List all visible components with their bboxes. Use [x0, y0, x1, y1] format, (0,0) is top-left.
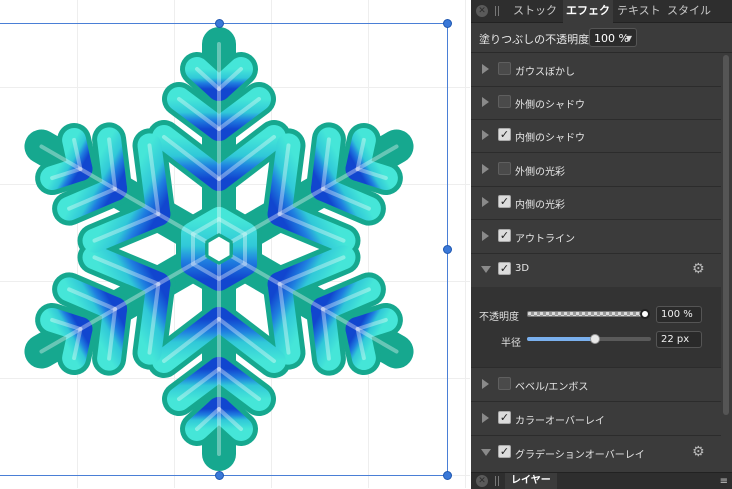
effect-row-color-overlay[interactable]: ✓ カラーオーバーレイ: [471, 402, 721, 436]
selection-handle-bottom[interactable]: [215, 471, 224, 480]
panel-tab-bar: ✕ ストック エフェク テキスト スタイル: [471, 0, 732, 24]
checkbox-icon[interactable]: ✓: [498, 128, 511, 141]
effect-label: 外側のシャドウ: [515, 100, 585, 111]
effect-row-bevel-emboss[interactable]: ベベル/エンボス: [471, 368, 721, 402]
effects-panel: ✕ ストック エフェク テキスト スタイル 塗りつぶしの不透明度: 100 % …: [471, 0, 732, 489]
selection-handle-top[interactable]: [215, 19, 224, 28]
checkbox-icon[interactable]: ✓: [498, 229, 511, 242]
panel-scrollbar[interactable]: [722, 53, 730, 453]
disclosure-triangle-icon[interactable]: [482, 64, 489, 74]
document-canvas[interactable]: [0, 0, 470, 488]
disclosure-triangle-icon[interactable]: [482, 97, 489, 107]
gear-icon[interactable]: ⚙: [692, 261, 705, 277]
radius-value-field[interactable]: 22 px: [656, 331, 702, 348]
selection-handle-top-right[interactable]: [443, 19, 452, 28]
checkbox-icon[interactable]: ✓: [498, 195, 511, 208]
effect-label: ガウスぼかし: [515, 67, 575, 78]
effect-label: 内側のシャドウ: [515, 133, 585, 144]
scrollbar-thumb[interactable]: [723, 55, 729, 415]
checkbox-icon[interactable]: [498, 162, 511, 175]
opacity-slider-track[interactable]: [527, 311, 645, 317]
close-icon[interactable]: ✕: [476, 5, 488, 17]
checkbox-icon[interactable]: [498, 95, 511, 108]
opacity-label: 不透明度: [479, 312, 519, 323]
checkbox-icon[interactable]: [498, 62, 511, 75]
disclosure-triangle-icon[interactable]: [482, 130, 489, 140]
radius-slider-knob[interactable]: [590, 334, 601, 344]
gear-icon[interactable]: ⚙: [692, 444, 705, 460]
effect-label: 外側の光彩: [515, 167, 565, 178]
panel-grip[interactable]: [495, 6, 501, 16]
effect-row-gaussian-blur[interactable]: ガウスぼかし: [471, 53, 721, 87]
disclosure-triangle-icon[interactable]: [482, 197, 489, 207]
radius-slider-fill: [527, 337, 596, 341]
opacity-value-field[interactable]: 100 %: [656, 306, 702, 323]
fill-opacity-label: 塗りつぶしの不透明度:: [479, 33, 593, 46]
snowflake-shape[interactable]: [0, 0, 470, 488]
disclosure-triangle-icon[interactable]: [482, 231, 489, 241]
menu-icon[interactable]: ≡: [720, 476, 728, 487]
disclosure-triangle-icon[interactable]: [482, 164, 489, 174]
checkbox-icon[interactable]: ✓: [498, 411, 511, 424]
layers-tab-bar: ✕ レイヤー ≡: [471, 472, 732, 489]
tab-layers[interactable]: レイヤー: [505, 473, 557, 489]
selection-handle-bottom-right[interactable]: [443, 471, 452, 480]
checkbox-icon[interactable]: ✓: [498, 262, 511, 275]
effect-row-outer-shadow[interactable]: 外側のシャドウ: [471, 86, 721, 120]
fill-opacity-select[interactable]: 100 % ▼: [589, 28, 637, 47]
opacity-slider-knob[interactable]: [640, 309, 650, 319]
disclosure-triangle-icon[interactable]: [481, 449, 491, 456]
fill-opacity-value: 100 %: [594, 32, 629, 45]
selection-bottom-edge: [0, 475, 448, 476]
radius-label: 半径: [501, 338, 521, 349]
tab-text[interactable]: テキスト: [617, 0, 661, 22]
selection-handle-right[interactable]: [443, 245, 452, 254]
fill-opacity-row: 塗りつぶしの不透明度: 100 % ▼: [471, 24, 732, 53]
effect-label: ベベル/エンボス: [515, 382, 589, 393]
selection-top-edge: [0, 23, 448, 24]
panel-grip[interactable]: [495, 476, 501, 486]
effect-row-outline[interactable]: ✓ アウトライン: [471, 220, 721, 254]
effect-3d-settings: 不透明度 100 % 半径 22 px: [471, 287, 721, 368]
disclosure-triangle-icon[interactable]: [482, 379, 489, 389]
effect-row-inner-glow[interactable]: ✓ 内側の光彩: [471, 186, 721, 220]
checkbox-icon[interactable]: [498, 377, 511, 390]
effect-row-outer-glow[interactable]: 外側の光彩: [471, 153, 721, 187]
effect-row-inner-shadow[interactable]: ✓ 内側のシャドウ: [471, 119, 721, 153]
effect-label: 内側の光彩: [515, 200, 565, 211]
effect-row-3d[interactable]: ✓ 3D ⚙: [471, 253, 721, 286]
effect-label: アウトライン: [515, 234, 575, 245]
radius-slider-track[interactable]: [527, 337, 651, 341]
effect-row-gradient-overlay[interactable]: ✓ グラデーションオーバーレイ ⚙: [471, 436, 721, 469]
chevron-down-icon: ▼: [625, 34, 632, 43]
tab-style[interactable]: スタイル: [667, 0, 711, 22]
effect-label: カラーオーバーレイ: [515, 416, 605, 427]
close-icon[interactable]: ✕: [476, 475, 488, 487]
disclosure-triangle-icon[interactable]: [482, 413, 489, 423]
disclosure-triangle-icon[interactable]: [481, 266, 491, 273]
effect-label: グラデーションオーバーレイ: [515, 450, 645, 461]
effect-label: 3D: [515, 263, 530, 274]
checkbox-icon[interactable]: ✓: [498, 445, 511, 458]
tab-stock[interactable]: ストック: [513, 0, 557, 22]
tab-effects[interactable]: エフェク: [563, 0, 613, 24]
